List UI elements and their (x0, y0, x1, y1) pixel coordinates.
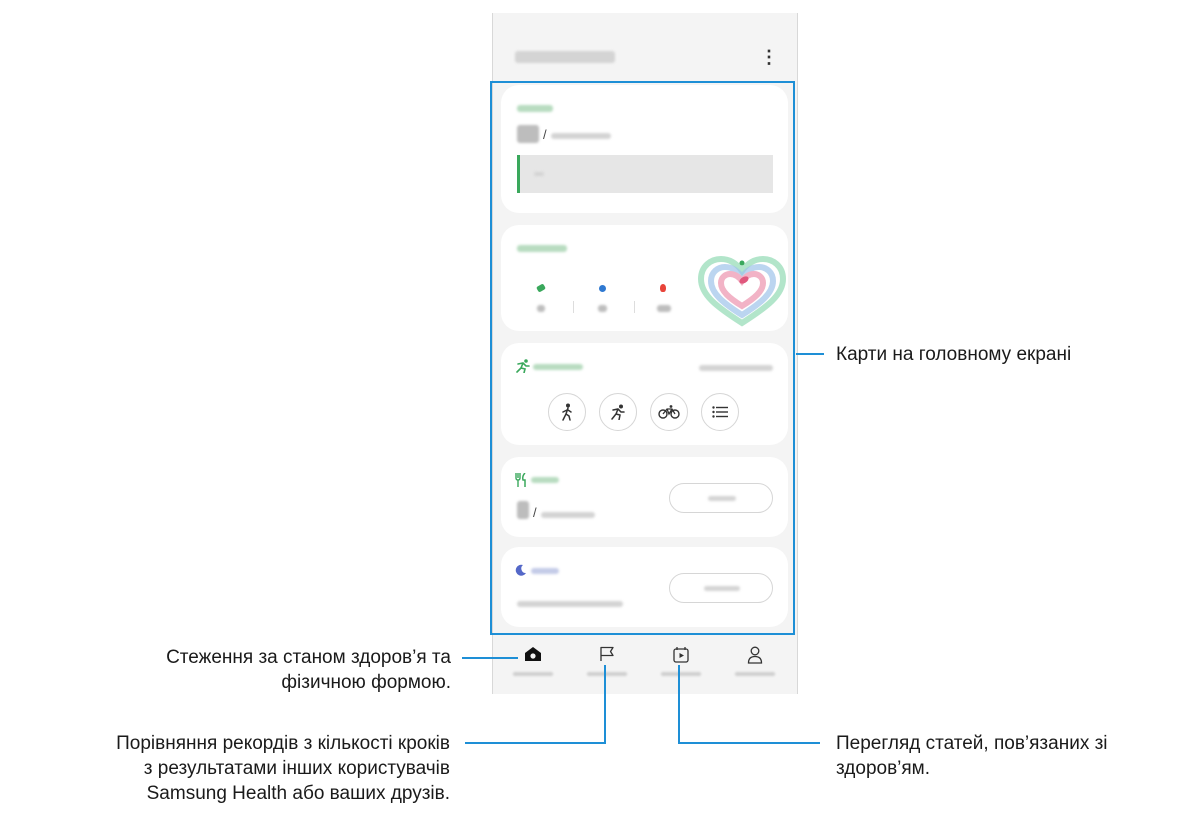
callout-line-together-v (604, 665, 606, 744)
callout-line-fitness-h (678, 742, 820, 744)
person-icon (747, 646, 763, 664)
callout-line-fitness-v (678, 665, 680, 744)
caption-fitness-line2: здоров’ям. (836, 758, 931, 779)
nav-profile-tab[interactable] (735, 646, 775, 676)
cards-highlight-frame (490, 81, 795, 635)
callout-line-cards (796, 353, 824, 355)
nav-together-tab[interactable] (587, 646, 627, 676)
caption-together-line1: Порівняння рекордів з кількості кроків (116, 733, 450, 754)
caption-home-line1: Стеження за станом здоров’я та (166, 647, 451, 668)
caption-fitness: Перегляд статей, пов’язаних зі здоров’ям… (836, 731, 1108, 781)
home-icon (525, 647, 541, 661)
app-title (515, 51, 615, 63)
callout-line-home (462, 657, 518, 659)
caption-home-line2: фізичною формою. (281, 672, 451, 693)
nav-home-label (513, 672, 553, 676)
nav-home-tab[interactable] (513, 646, 553, 676)
more-options-button[interactable]: ⋮ (759, 46, 779, 68)
caption-fitness-line1: Перегляд статей, пов’язаних зі (836, 733, 1108, 754)
flag-icon (600, 646, 614, 661)
caption-together: Порівняння рекордів з кількості кроків з… (116, 731, 450, 806)
nav-profile-label (735, 672, 775, 676)
nav-together-label (587, 672, 627, 676)
play-calendar-icon (673, 647, 689, 663)
caption-cards: Карти на головному екрані (836, 344, 1072, 365)
caption-together-line3: Samsung Health або ваших друзів. (146, 783, 450, 804)
nav-fitness-tab[interactable] (661, 646, 701, 676)
caption-together-line2: з результатами інших користувачів (143, 758, 450, 779)
callout-line-together-h (465, 742, 606, 744)
bottom-navigation (493, 638, 797, 694)
nav-fitness-label (661, 672, 701, 676)
caption-home: Стеження за станом здоров’я та фізичною … (166, 645, 451, 695)
